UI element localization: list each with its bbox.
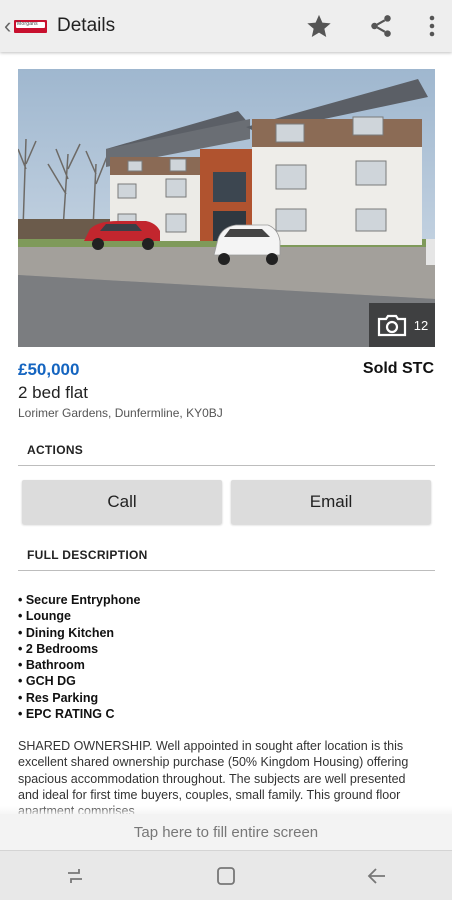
photo-count-badge[interactable]: 12 <box>369 303 435 347</box>
photo-count: 12 <box>413 317 429 333</box>
recents-icon <box>68 868 83 883</box>
property-address: Lorimer Gardens, Dunfermline, KY0BJ <box>18 406 223 420</box>
feature-item: • Bathroom <box>18 658 85 673</box>
property-type: 2 bed flat <box>18 383 88 402</box>
feature-item: • 2 Bedrooms <box>18 641 99 656</box>
feature-item: • Lounge <box>18 609 71 624</box>
back-chevron-icon: ‹ <box>4 13 12 38</box>
more-options-button[interactable] <box>412 0 452 52</box>
back-button[interactable]: ‹ Morgans <box>0 0 47 52</box>
actions-heading: ACTIONS <box>18 443 435 466</box>
more-vert-icon <box>429 15 435 37</box>
listing-price: £50,000 <box>18 360 80 379</box>
app-bar: ‹ Morgans Details <box>0 0 452 52</box>
call-button[interactable]: Call <box>22 480 222 524</box>
feature-item: • GCH DG <box>18 674 76 689</box>
home-icon <box>217 866 235 885</box>
back-arrow-icon <box>367 867 385 884</box>
listing-status: Sold STC <box>362 360 434 377</box>
full-description-heading: FULL DESCRIPTION <box>18 548 435 571</box>
feature-item: • Secure Entryphone <box>18 593 141 607</box>
fullscreen-hint-bar[interactable]: Tap here to fill entire screen <box>0 814 452 850</box>
system-nav-bar <box>0 850 452 900</box>
home-button[interactable] <box>196 851 256 900</box>
camera-icon <box>377 314 406 337</box>
agency-logo: Morgans <box>14 19 47 33</box>
star-icon <box>307 14 331 37</box>
feature-item: • Res Parking <box>18 690 99 705</box>
favorite-button[interactable] <box>288 0 350 52</box>
property-photo[interactable]: 12 <box>18 69 435 347</box>
feature-item: • EPC RATING C <box>18 707 115 722</box>
share-icon <box>371 15 391 37</box>
recents-button[interactable] <box>45 851 105 900</box>
feature-item: • Dining Kitchen <box>18 625 115 640</box>
page-title: Details <box>57 15 116 36</box>
feature-list: • Secure Entryphone • Lounge • Dining Ki… <box>18 592 140 722</box>
share-button[interactable] <box>350 0 412 52</box>
nav-back-button[interactable] <box>347 851 407 900</box>
email-button[interactable]: Email <box>231 480 431 524</box>
